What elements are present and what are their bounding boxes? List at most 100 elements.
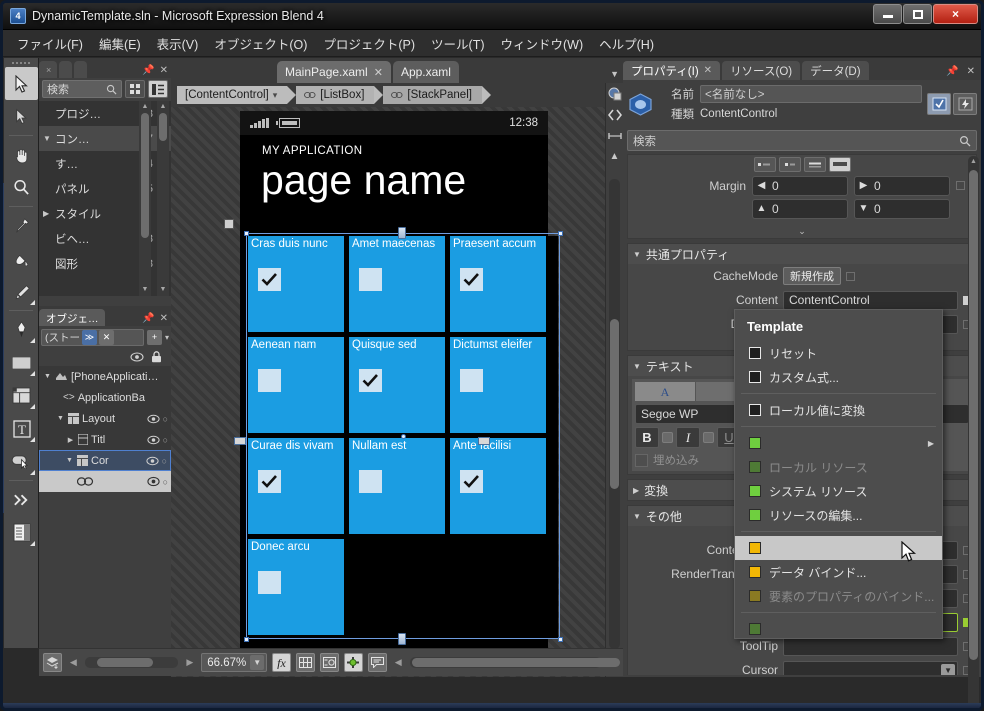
expander-icon[interactable]: ▼ (633, 512, 641, 521)
menu-item-reset[interactable]: リセット (735, 341, 942, 365)
expander-icon[interactable]: ▼ (43, 373, 52, 380)
search-input[interactable]: 検索 (42, 80, 122, 98)
rectangle-tool[interactable] (5, 346, 38, 379)
storyboard-close-icon[interactable]: ✕ (99, 329, 114, 345)
align-stretch-button[interactable] (828, 157, 851, 172)
snap-to-snaplines-button[interactable] (320, 653, 339, 672)
zoom-level-select[interactable]: 66.67% ▼ (201, 653, 268, 672)
menu-edit[interactable]: 編集(E) (91, 31, 149, 56)
checkbox[interactable] (359, 369, 382, 392)
snap-to-gridlines-button[interactable] (343, 653, 363, 672)
resize-handle-nw[interactable] (244, 231, 249, 236)
bold-button[interactable]: B (635, 427, 659, 448)
eye-icon[interactable] (146, 435, 160, 445)
asset-item-project[interactable]: プロジ… 3 (39, 101, 171, 126)
list-item[interactable]: Curae dis vivam (248, 438, 344, 534)
scroll-up-icon[interactable]: ▲ (139, 101, 151, 113)
checkbox[interactable] (359, 470, 382, 493)
direct-selection-tool[interactable] (5, 100, 38, 133)
tree-node-listbox[interactable]: ○ (39, 471, 171, 492)
menu-item-local-resource[interactable]: ▶ (735, 431, 942, 455)
expander-icon[interactable]: ▶ (66, 436, 75, 444)
align-center-button[interactable] (778, 157, 801, 172)
effects-toggle-button[interactable]: fx (272, 653, 292, 672)
resize-handle-ne[interactable] (558, 231, 563, 236)
zoom-tool[interactable] (5, 171, 38, 204)
expander-icon[interactable]: ▼ (43, 134, 52, 143)
breadcrumb-listbox[interactable]: [ListBox] (296, 86, 384, 104)
doc-tab-mainpage[interactable]: MainPage.xaml ✕ (277, 61, 391, 83)
margin-left-input[interactable]: ◀ 0 (752, 175, 848, 196)
menu-item-convert-to-local[interactable]: ローカル値に変換 (735, 398, 942, 422)
resize-handle-mid[interactable] (401, 434, 406, 439)
chevron-down-icon[interactable]: ▾ (273, 90, 278, 101)
close-icon[interactable]: ✕ (160, 313, 168, 324)
doc-tab-app[interactable]: App.xaml (392, 61, 459, 83)
asset-item-panels[interactable]: パネル 5 (39, 176, 171, 201)
tab-objects-timeline[interactable]: オブジェ… (39, 309, 105, 326)
list-item[interactable]: Donec arcu (248, 539, 344, 635)
checkbox[interactable] (258, 571, 281, 594)
minimize-button[interactable] (873, 4, 902, 24)
paint-bucket-tool[interactable] (5, 242, 38, 275)
objects-tree[interactable]: ▼ [PhoneApplicati… <> ApplicationBa ▼ La… (39, 366, 171, 492)
tree-node-layoutroot[interactable]: ▼ Layout ○ (39, 408, 171, 429)
margin-bottom-input[interactable]: ▼ 0 (854, 198, 950, 219)
menu-help[interactable]: ヘルプ(H) (591, 31, 662, 56)
font-character-tab[interactable]: A (635, 382, 695, 401)
chevron-down-icon[interactable]: ▼ (250, 655, 265, 670)
layout-adorner-left[interactable] (234, 437, 246, 445)
menu-item-convert-to-new-resource[interactable]: リソースの編集... (735, 503, 942, 527)
list-item[interactable]: Quisque sed (349, 337, 445, 433)
pan-tool[interactable] (5, 138, 38, 171)
maximize-button[interactable] (903, 4, 932, 24)
scrollbar-thumb[interactable] (969, 170, 978, 660)
property-marker[interactable] (846, 271, 855, 281)
checkbox[interactable] (258, 470, 281, 493)
common-properties-header[interactable]: ▼ 共通プロパティ (628, 244, 976, 264)
align-right-button[interactable] (803, 157, 826, 172)
close-icon[interactable]: × (46, 65, 51, 75)
scroll-down-icon[interactable]: ▼ (157, 284, 169, 296)
left-tab-2[interactable] (59, 61, 73, 78)
hscroll-left-icon[interactable]: ◀ (67, 657, 80, 668)
brush-tool[interactable] (5, 275, 38, 308)
tree-node-contentpanel[interactable]: ▼ Cor ○ (39, 450, 171, 471)
asset-list-scrollbar[interactable]: ▲ ▼ (139, 101, 151, 296)
left-tab-3[interactable] (74, 61, 88, 78)
lock-toggle-icon[interactable]: ○ (163, 477, 168, 487)
show-grid-button[interactable] (296, 653, 316, 672)
asset-item-controls[interactable]: ▼ コン… 17 (39, 126, 171, 151)
close-icon[interactable]: ✕ (374, 66, 383, 79)
grid-tool[interactable] (5, 379, 38, 412)
properties-scrollbar[interactable]: ▲ ▼ (968, 156, 979, 708)
italic-button[interactable]: I (676, 427, 700, 448)
drag-gripper-bottom[interactable] (398, 633, 406, 645)
artboard-horizontal-scrollbar[interactable] (409, 657, 620, 668)
property-search-input[interactable]: 検索 (627, 130, 977, 151)
scrollbar-thumb[interactable] (610, 319, 619, 489)
asset-outer-scrollbar[interactable]: ▲ ▼ (157, 101, 169, 296)
design-view-icon[interactable] (606, 83, 623, 104)
close-icon[interactable]: ✕ (160, 65, 168, 76)
menu-tools[interactable]: ツール(T) (423, 31, 492, 56)
left-tab-1[interactable]: × (39, 61, 58, 78)
pin-icon[interactable]: 📌 (142, 65, 154, 76)
events-view-button[interactable] (953, 93, 977, 115)
lock-toggle-icon[interactable]: ○ (162, 456, 167, 466)
checkbox[interactable] (460, 268, 483, 291)
hscroll-right-icon[interactable]: ▶ (183, 657, 196, 668)
template-context-menu[interactable]: Template リセット カスタム式... ローカル値に変換 ▶ ローカル リ… (734, 309, 943, 639)
asset-item-behaviors[interactable]: ビヘ… 13 (39, 226, 171, 251)
embed-checkbox[interactable] (635, 453, 648, 467)
expander-icon[interactable]: ▼ (633, 250, 641, 259)
collapse-icon[interactable]: ▲ (606, 146, 623, 167)
lock-toggle-icon[interactable]: ○ (163, 414, 168, 424)
list-view-button[interactable] (148, 80, 168, 98)
scroll-down-icon[interactable]: ▼ (139, 284, 151, 296)
asset-library-icon[interactable] (5, 516, 38, 549)
expander-icon[interactable]: ▶ (633, 486, 639, 495)
layout-expander-icon[interactable]: ⌄ (628, 224, 976, 238)
selection-tool[interactable] (5, 67, 38, 100)
list-item[interactable]: Ante facilisi (450, 438, 546, 534)
